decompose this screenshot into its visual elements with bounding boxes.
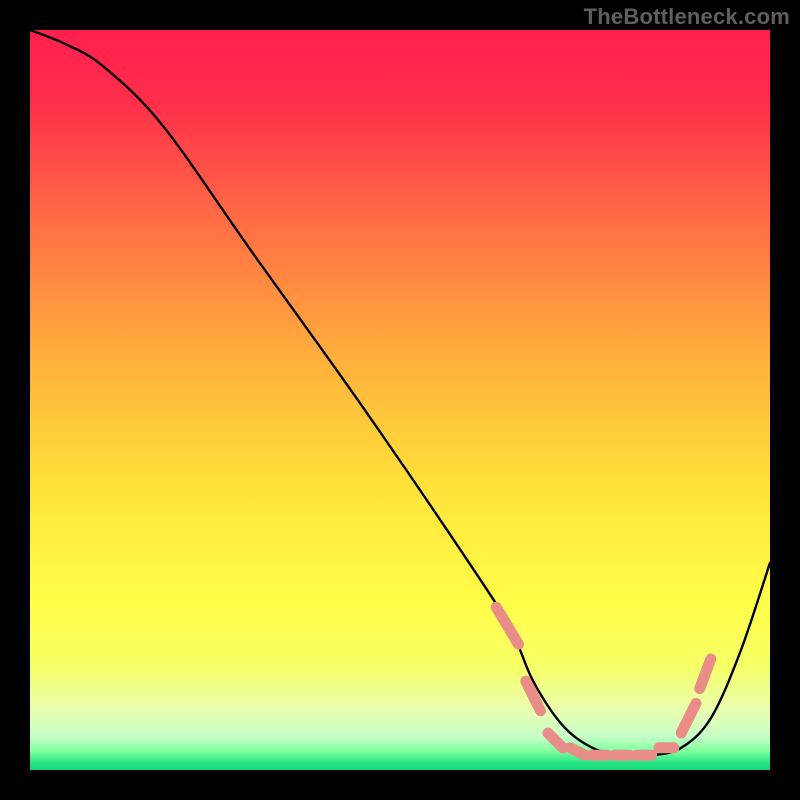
- highlight-segment: [570, 748, 585, 755]
- chart-frame: TheBottleneck.com: [0, 0, 800, 800]
- bottleneck-chart: [30, 30, 770, 770]
- watermark-text: TheBottleneck.com: [584, 4, 790, 30]
- gradient-background: [30, 30, 770, 770]
